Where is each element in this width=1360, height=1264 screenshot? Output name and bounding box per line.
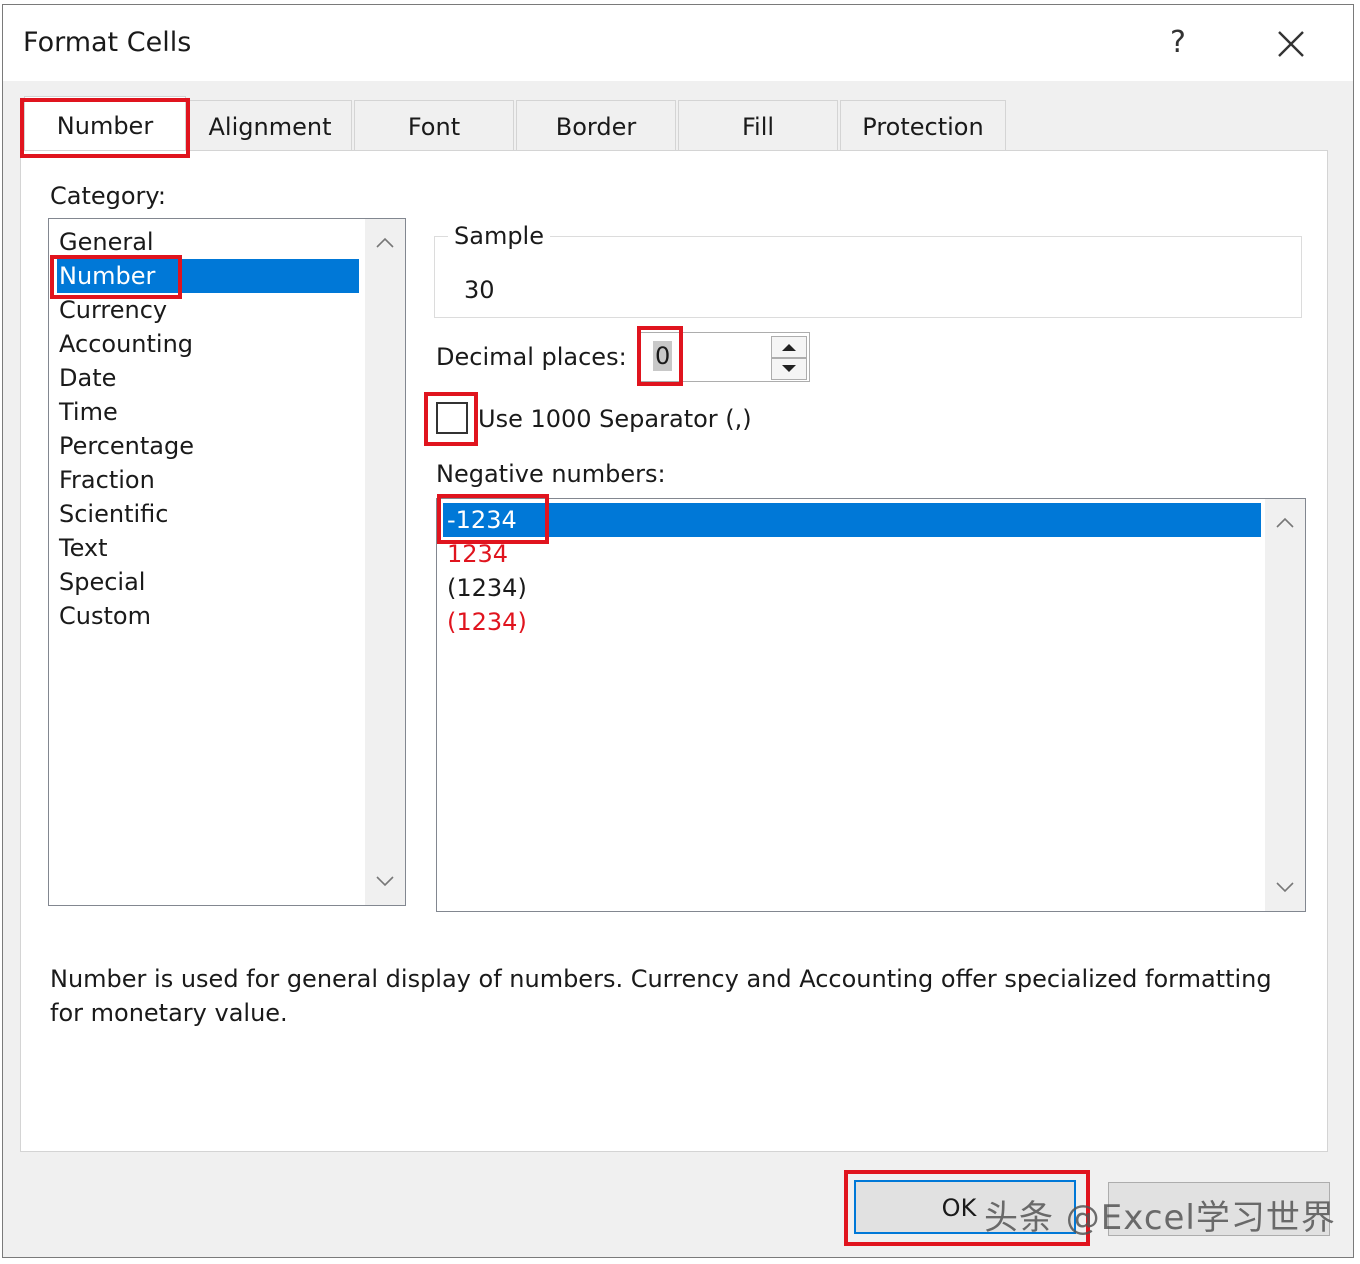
category-item-currency[interactable]: Currency (57, 293, 359, 327)
category-item-date[interactable]: Date (57, 361, 359, 395)
tab-border[interactable]: Border (516, 100, 676, 150)
scroll-up-icon[interactable] (373, 231, 397, 255)
dialog-title: Format Cells (23, 27, 192, 58)
category-item-time[interactable]: Time (57, 395, 359, 429)
category-item-scientific[interactable]: Scientific (57, 497, 359, 531)
category-item-general[interactable]: General (57, 225, 359, 259)
category-item-text[interactable]: Text (57, 531, 359, 565)
category-scrollbar[interactable] (365, 219, 405, 905)
use-1000-separator-checkbox[interactable] (436, 402, 468, 434)
decimal-places-stepper[interactable]: 0 (640, 332, 810, 382)
watermark-text: 头条 @Excel学习世界 (984, 1198, 1336, 1238)
sample-group (434, 236, 1302, 318)
ok-button-label: OK (941, 1194, 977, 1222)
category-list[interactable]: General Number Currency Accounting Date … (48, 218, 406, 906)
tab-fill[interactable]: Fill (678, 100, 838, 150)
negative-numbers-label: Negative numbers: (436, 460, 666, 488)
tab-font[interactable]: Font (354, 100, 514, 150)
use-1000-separator-label[interactable]: Use 1000 Separator (,) (478, 405, 752, 433)
negative-format-item[interactable]: (1234) (443, 571, 1261, 605)
help-button[interactable]: ? (1153, 19, 1203, 69)
tab-number[interactable]: Number (24, 96, 186, 154)
sample-label: Sample (448, 222, 550, 250)
tab-protection[interactable]: Protection (840, 100, 1006, 150)
caret-up-icon (782, 344, 796, 351)
category-label: Category: (50, 182, 166, 210)
spin-up-button[interactable] (771, 336, 807, 358)
category-item-fraction[interactable]: Fraction (57, 463, 359, 497)
negative-numbers-list[interactable]: -1234 1234 (1234) (1234) (436, 498, 1306, 912)
close-button[interactable] (1265, 19, 1315, 69)
sample-value: 30 (464, 276, 495, 304)
scroll-up-icon[interactable] (1273, 511, 1297, 535)
decimal-places-label: Decimal places: (436, 343, 627, 371)
title-bar: Format Cells ? (3, 5, 1353, 81)
category-item-special[interactable]: Special (57, 565, 359, 599)
category-item-accounting[interactable]: Accounting (57, 327, 359, 361)
tab-alignment[interactable]: Alignment (188, 100, 352, 150)
close-icon (1278, 31, 1304, 57)
category-description: Number is used for general display of nu… (50, 965, 1272, 1027)
category-item-percentage[interactable]: Percentage (57, 429, 359, 463)
scroll-down-icon[interactable] (373, 869, 397, 893)
negative-format-item[interactable]: -1234 (443, 503, 1261, 537)
caret-down-icon (782, 365, 796, 372)
spin-down-button[interactable] (771, 358, 807, 380)
scroll-down-icon[interactable] (1273, 875, 1297, 899)
negative-format-item[interactable]: 1234 (443, 537, 1261, 571)
decimal-places-value[interactable]: 0 (653, 341, 673, 371)
negative-format-item[interactable]: (1234) (443, 605, 1261, 639)
negative-numbers-scrollbar[interactable] (1265, 499, 1305, 911)
category-item-number[interactable]: Number (57, 259, 359, 293)
category-item-custom[interactable]: Custom (57, 599, 359, 633)
